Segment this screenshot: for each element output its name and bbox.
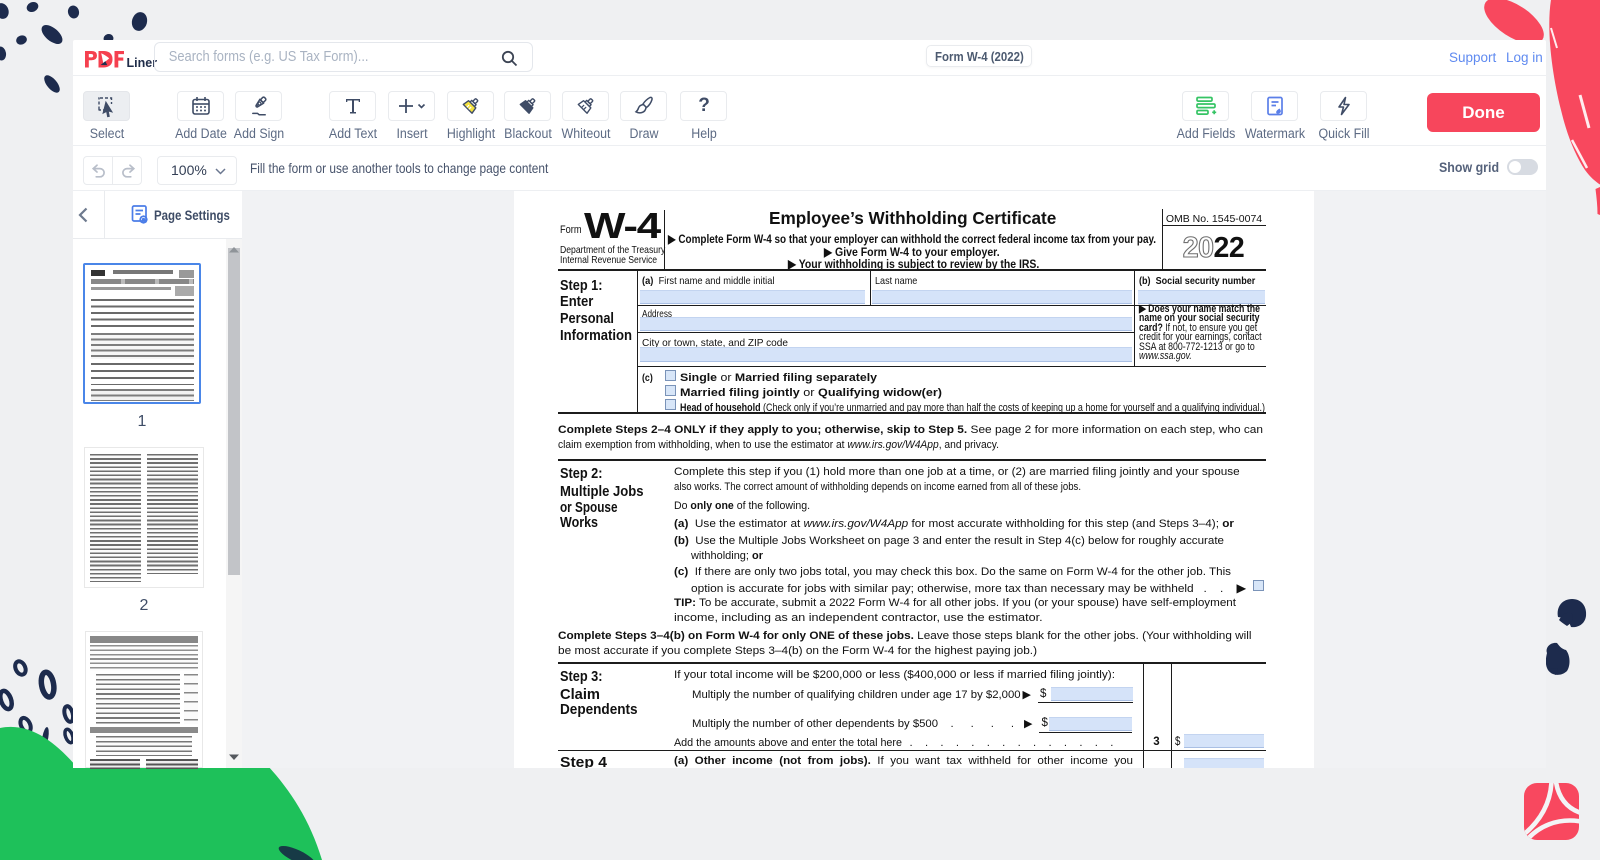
svg-text:Liner: Liner: [127, 56, 158, 70]
svg-text:?: ?: [698, 95, 710, 116]
